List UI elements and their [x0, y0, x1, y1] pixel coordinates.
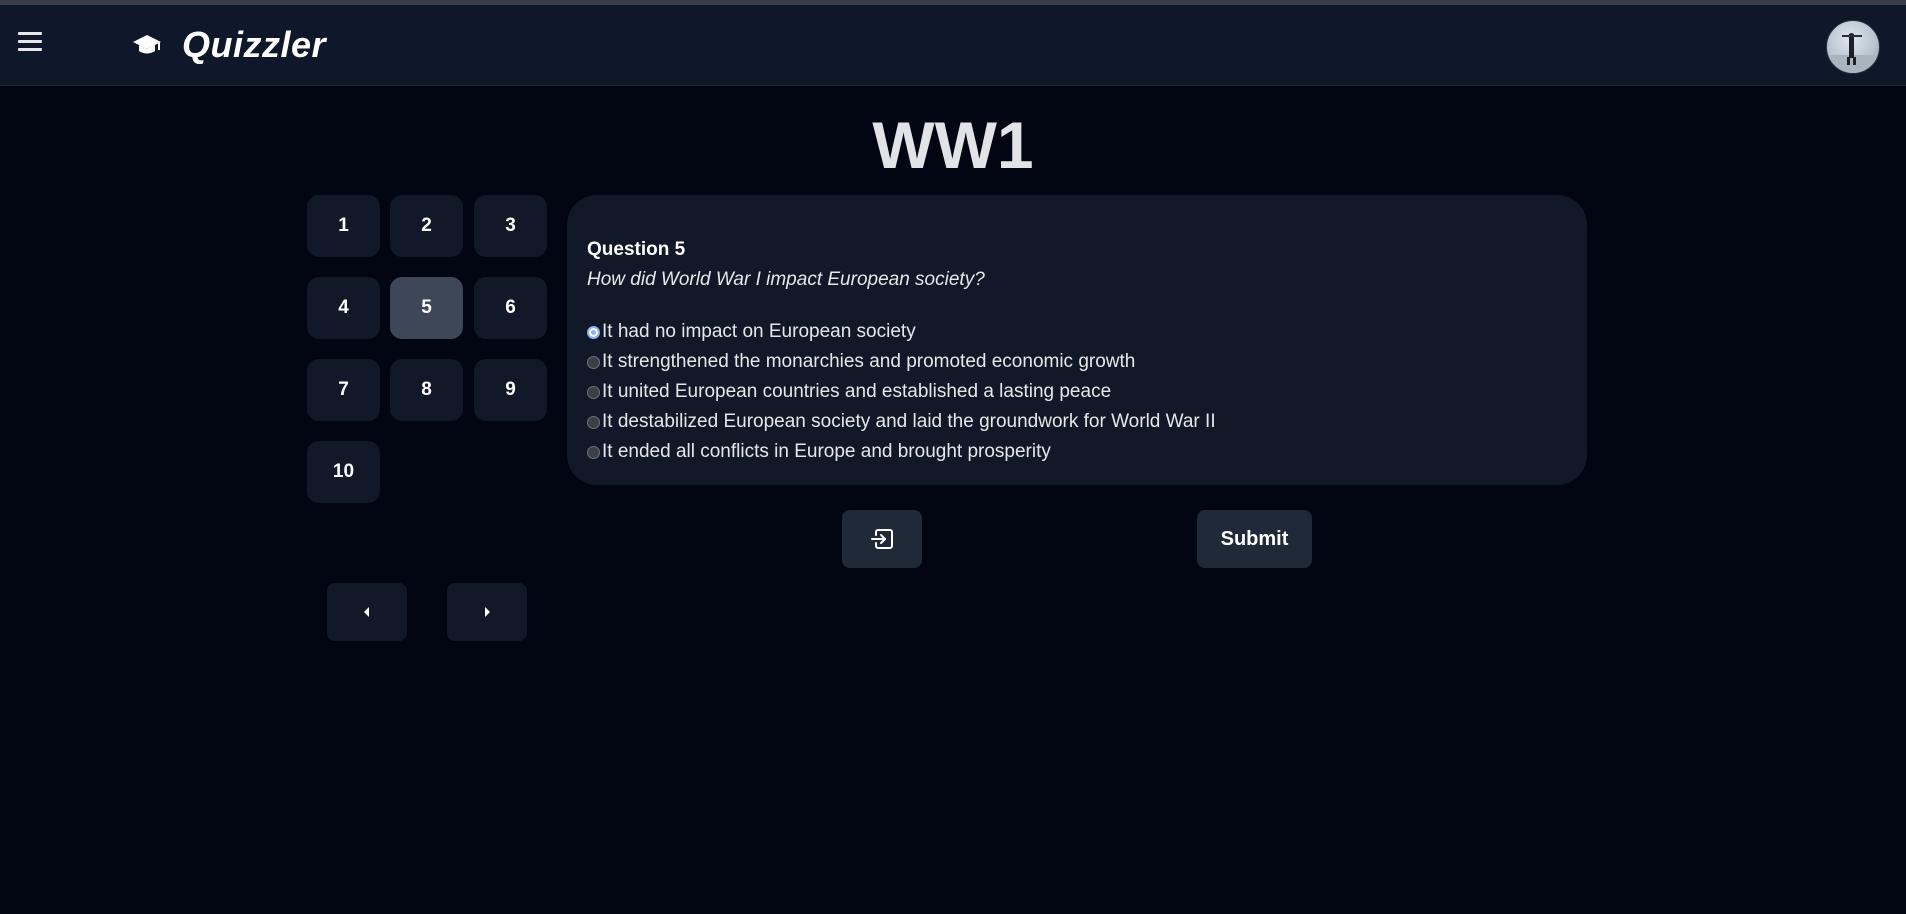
- previous-page-button[interactable]: [327, 583, 407, 641]
- answer-option-label: It had no impact on European society: [602, 321, 916, 342]
- answer-options: It had no impact on European society It …: [587, 317, 1216, 467]
- question-button-10[interactable]: 10: [307, 441, 380, 503]
- caret-right-icon: [485, 607, 490, 617]
- radio-button[interactable]: [587, 445, 600, 459]
- top-navbar: Quizzler: [0, 5, 1906, 86]
- caret-left-icon: [364, 607, 369, 617]
- quiz-title: WW1: [872, 108, 1034, 182]
- question-button-7[interactable]: 7: [307, 359, 380, 421]
- question-button-1[interactable]: 1: [307, 195, 380, 257]
- question-button-8[interactable]: 8: [390, 359, 463, 421]
- hamburger-menu-icon[interactable]: [16, 32, 44, 58]
- question-number: Question 5: [587, 239, 686, 260]
- radio-button[interactable]: [587, 385, 600, 399]
- answer-option[interactable]: It strengthened the monarchies and promo…: [587, 347, 1216, 377]
- graduation-cap-icon: [133, 35, 161, 54]
- user-avatar[interactable]: [1826, 20, 1880, 74]
- answer-option[interactable]: It destabilized European society and lai…: [587, 407, 1216, 437]
- exit-icon: [871, 529, 893, 549]
- answer-option-label: It strengthened the monarchies and promo…: [602, 351, 1136, 372]
- question-card: Question 5 How did World War I impact Eu…: [567, 195, 1587, 485]
- answer-option[interactable]: It had no impact on European society: [587, 317, 1216, 347]
- answer-option[interactable]: It ended all conflicts in Europe and bro…: [587, 437, 1216, 467]
- answer-option-label: It united European countries and establi…: [602, 381, 1112, 402]
- answer-option-label: It destabilized European society and lai…: [602, 411, 1216, 432]
- question-button-9[interactable]: 9: [474, 359, 547, 421]
- radio-button[interactable]: [587, 415, 600, 429]
- question-button-4[interactable]: 4: [307, 277, 380, 339]
- question-button-2[interactable]: 2: [390, 195, 463, 257]
- brand-link[interactable]: Quizzler: [132, 24, 327, 65]
- brand-name: Quizzler: [182, 24, 327, 65]
- exit-quiz-button[interactable]: [842, 510, 922, 568]
- next-page-button[interactable]: [447, 583, 527, 641]
- radio-button[interactable]: [587, 355, 600, 369]
- submit-button[interactable]: Submit: [1197, 510, 1312, 568]
- question-button-6[interactable]: 6: [474, 277, 547, 339]
- question-text: How did World War I impact European soci…: [587, 269, 985, 290]
- question-button-3[interactable]: 3: [474, 195, 547, 257]
- avatar-photo: [1827, 33, 1879, 73]
- radio-button-selected[interactable]: [587, 325, 600, 339]
- answer-option[interactable]: It united European countries and establi…: [587, 377, 1216, 407]
- answer-option-label: It ended all conflicts in Europe and bro…: [602, 441, 1051, 462]
- question-button-5[interactable]: 5: [390, 277, 463, 339]
